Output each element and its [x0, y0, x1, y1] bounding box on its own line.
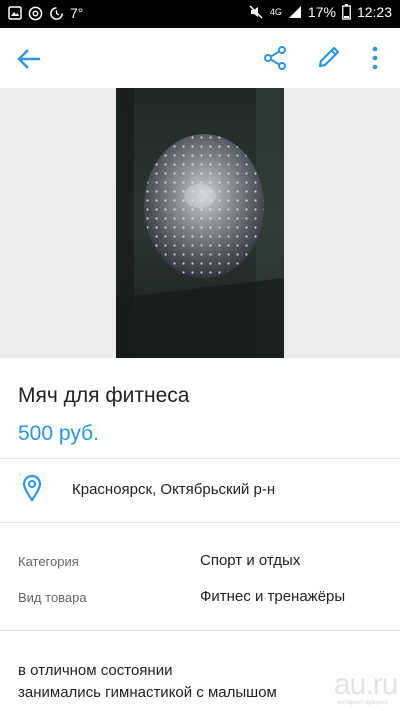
listing-title: Мяч для фитнеса: [18, 384, 190, 407]
mute-icon: [249, 5, 263, 19]
temperature-text: 7°: [70, 5, 84, 21]
email-at-icon: [28, 6, 43, 20]
clock-text: 12:23: [356, 4, 392, 20]
edit-pencil-icon[interactable]: [316, 44, 342, 70]
listing-price: 500 руб.: [18, 422, 99, 445]
param-category-value: Спорт и отдых: [200, 552, 301, 569]
share-icon[interactable]: [262, 45, 288, 71]
divider: [0, 630, 400, 631]
divider: [0, 522, 400, 523]
photo-gallery: [0, 88, 400, 358]
listing-photo[interactable]: [116, 88, 284, 358]
param-type-value: Фитнес и тренажёры: [200, 588, 346, 605]
divider: [0, 458, 400, 459]
watermark: au.ru интернет-аукцион: [334, 670, 398, 710]
location-text[interactable]: Красноярск, Октябрьский р-н: [72, 481, 275, 498]
battery-icon: [342, 4, 351, 20]
param-type-label: Вид товара: [18, 590, 87, 605]
signal-icon: [288, 6, 301, 18]
battery-percent-text: 17%: [307, 4, 336, 20]
app-bar: [0, 28, 400, 88]
param-category-label: Категория: [18, 554, 79, 569]
location-pin-icon: [22, 474, 42, 502]
description-line: занимались гимнастикой с малышом: [18, 684, 277, 701]
back-arrow-icon[interactable]: [16, 46, 42, 72]
more-vert-icon[interactable]: [366, 44, 384, 72]
description-line: в отличном состоянии: [18, 662, 173, 679]
sync-icon: [50, 6, 63, 20]
status-bar-left: 7°: [8, 5, 83, 21]
gallery-notification-icon: [8, 6, 22, 20]
network-type-text: 4G: [269, 7, 282, 17]
status-bar: 7° 4G 17% 12:23: [0, 0, 400, 28]
watermark-logo: au.ru: [334, 668, 398, 701]
status-bar-right: 4G 17% 12:23: [248, 4, 392, 20]
